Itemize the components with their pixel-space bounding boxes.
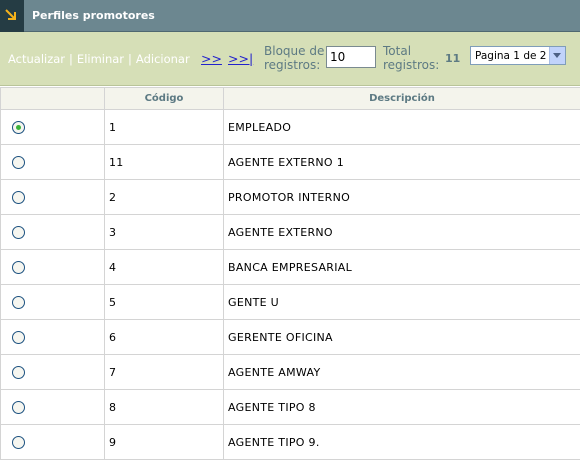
row-select-cell[interactable] [1,110,105,145]
codigo-cell: 11 [105,145,224,180]
row-select-cell[interactable] [1,250,105,285]
row-select-cell[interactable] [1,425,105,460]
descripcion-cell: AGENTE TIPO 9. [224,425,580,460]
table-header-row: Código Descripción [1,88,580,110]
descripcion-cell: GENTE U [224,285,580,320]
row-select-cell[interactable] [1,180,105,215]
codigo-cell: 5 [105,285,224,320]
codigo-cell: 6 [105,320,224,355]
radio-button[interactable] [12,156,25,169]
radio-button[interactable] [12,121,25,134]
radio-button[interactable] [12,296,25,309]
total-label: Total registros: [383,44,439,72]
separator: | [124,52,136,66]
header-codigo[interactable]: Código [105,88,224,110]
descripcion-cell: AGENTE AMWAY [224,355,580,390]
table-row[interactable]: 6GERENTE OFICINA [1,320,580,355]
row-select-cell[interactable] [1,355,105,390]
table-row[interactable]: 1EMPLEADO [1,110,580,145]
codigo-cell: 8 [105,390,224,425]
codigo-cell: 2 [105,180,224,215]
table-row[interactable]: 8AGENTE TIPO 8 [1,390,580,425]
window-titlebar: Perfiles promotores [0,0,580,32]
header-select [1,88,105,110]
page-select-value: Pagina 1 de 2 [475,50,546,62]
row-select-cell[interactable] [1,390,105,425]
codigo-cell: 4 [105,250,224,285]
descripcion-cell: PROMOTOR INTERNO [224,180,580,215]
adicionar-link[interactable]: Adicionar [136,52,190,66]
descripcion-cell: AGENTE EXTERNO 1 [224,145,580,180]
table-row[interactable]: 3AGENTE EXTERNO [1,215,580,250]
descripcion-cell: EMPLEADO [224,110,580,145]
row-select-cell[interactable] [1,320,105,355]
table-row[interactable]: 5GENTE U [1,285,580,320]
toolbar: Actualizar|Eliminar|Adicionar >> >>| Blo… [0,32,580,86]
descripcion-cell: AGENTE TIPO 8 [224,390,580,425]
radio-button[interactable] [12,436,25,449]
radio-button[interactable] [12,226,25,239]
profiles-table: Código Descripción 1EMPLEADO11AGENTE EXT… [0,87,580,460]
block-label: Bloque de registros: [264,44,324,72]
codigo-cell: 7 [105,355,224,390]
row-select-cell[interactable] [1,285,105,320]
eliminar-link[interactable]: Eliminar [77,52,124,66]
radio-button[interactable] [12,366,25,379]
actualizar-link[interactable]: Actualizar [8,52,65,66]
table-row[interactable]: 9AGENTE TIPO 9. [1,425,580,460]
table-row[interactable]: 2PROMOTOR INTERNO [1,180,580,215]
total-count: 11 [445,52,460,65]
action-links: Actualizar|Eliminar|Adicionar [8,52,190,66]
block-size-input[interactable] [326,46,376,68]
row-select-cell[interactable] [1,145,105,180]
header-descripcion[interactable]: Descripción [224,88,580,110]
row-select-cell[interactable] [1,215,105,250]
codigo-cell: 1 [105,110,224,145]
arrow-down-right-icon [0,0,24,32]
radio-button[interactable] [12,331,25,344]
chevron-down-icon[interactable] [549,47,565,64]
codigo-cell: 3 [105,215,224,250]
table-row[interactable]: 4BANCA EMPRESARIAL [1,250,580,285]
codigo-cell: 9 [105,425,224,460]
descripcion-cell: BANCA EMPRESARIAL [224,250,580,285]
radio-button[interactable] [12,261,25,274]
descripcion-cell: AGENTE EXTERNO [224,215,580,250]
next-page-link[interactable]: >> [201,51,222,66]
table-row[interactable]: 7AGENTE AMWAY [1,355,580,390]
descripcion-cell: GERENTE OFICINA [224,320,580,355]
last-page-link[interactable]: >>| [228,51,253,66]
table-row[interactable]: 11AGENTE EXTERNO 1 [1,145,580,180]
radio-button[interactable] [12,401,25,414]
window-title: Perfiles promotores [32,9,155,22]
page-select[interactable]: Pagina 1 de 2 [470,46,566,65]
radio-button[interactable] [12,191,25,204]
separator: | [65,52,77,66]
